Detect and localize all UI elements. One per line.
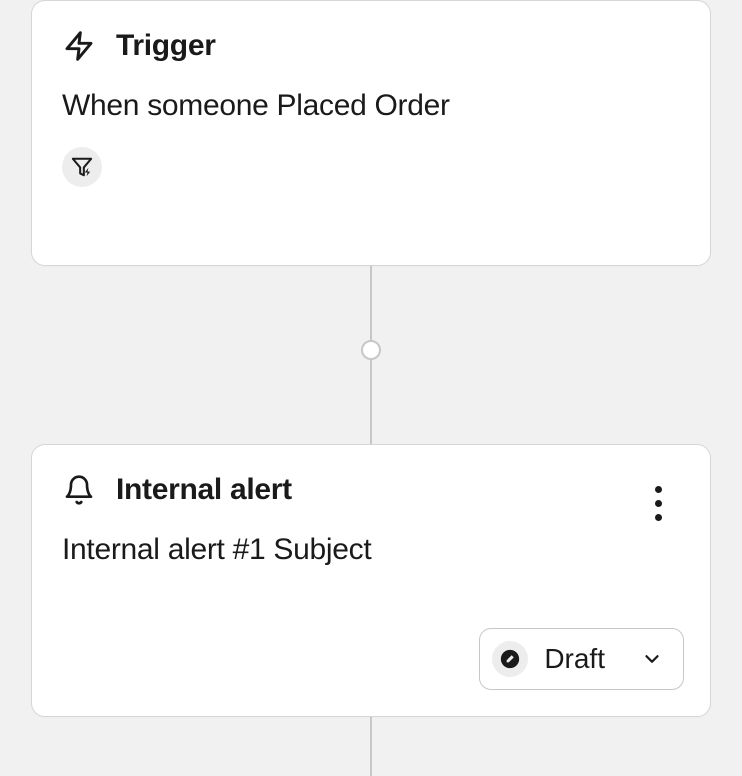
- alert-subject: Internal alert #1 Subject: [62, 533, 680, 567]
- pencil-icon: [500, 649, 520, 669]
- bell-icon: [62, 473, 96, 507]
- alert-title: Internal alert: [116, 473, 292, 507]
- connector-line: [370, 716, 372, 776]
- alert-menu-button[interactable]: [646, 483, 670, 523]
- trigger-description: When someone Placed Order: [62, 89, 680, 123]
- trigger-title: Trigger: [116, 29, 216, 63]
- trigger-card[interactable]: Trigger When someone Placed Order: [31, 0, 711, 266]
- pencil-icon-circle: [492, 641, 528, 677]
- lightning-icon: [62, 29, 96, 63]
- trigger-header: Trigger: [62, 29, 680, 63]
- workflow-canvas[interactable]: Trigger When someone Placed Order Intern…: [0, 0, 742, 772]
- alert-card[interactable]: Internal alert Internal alert #1 Subject…: [31, 444, 711, 717]
- filter-lightning-icon: [71, 156, 93, 178]
- alert-status-label: Draft: [544, 643, 605, 675]
- alert-header: Internal alert: [62, 473, 680, 507]
- alert-status-dropdown[interactable]: Draft: [479, 628, 684, 690]
- connector-node[interactable]: [361, 340, 381, 360]
- chevron-down-icon: [641, 648, 663, 670]
- trigger-filter-chip[interactable]: [62, 147, 102, 187]
